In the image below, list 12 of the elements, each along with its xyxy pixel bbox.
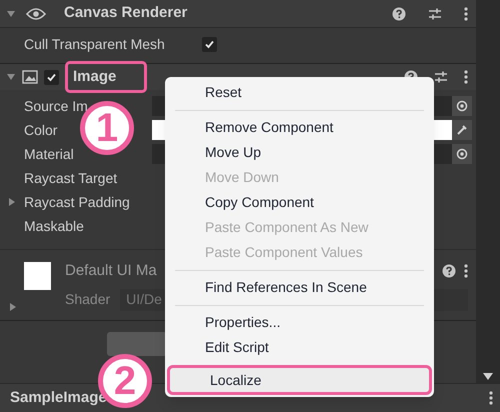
field-label: Source Im: [24, 96, 88, 116]
component-title: Canvas Renderer: [64, 3, 188, 24]
shader-label: Shader: [65, 290, 110, 309]
component-title: Image: [65, 60, 147, 94]
field-label: Cull Transparent Mesh: [24, 34, 166, 54]
field-label: Raycast Padding: [24, 192, 130, 212]
field-label: Material: [24, 144, 74, 164]
field-label: Color: [24, 120, 58, 140]
component-title: SampleImage: [10, 388, 107, 408]
material-name: Default UI Ma: [65, 261, 157, 281]
field-label: Maskable: [24, 216, 84, 236]
field-label: Raycast Target: [24, 168, 118, 188]
